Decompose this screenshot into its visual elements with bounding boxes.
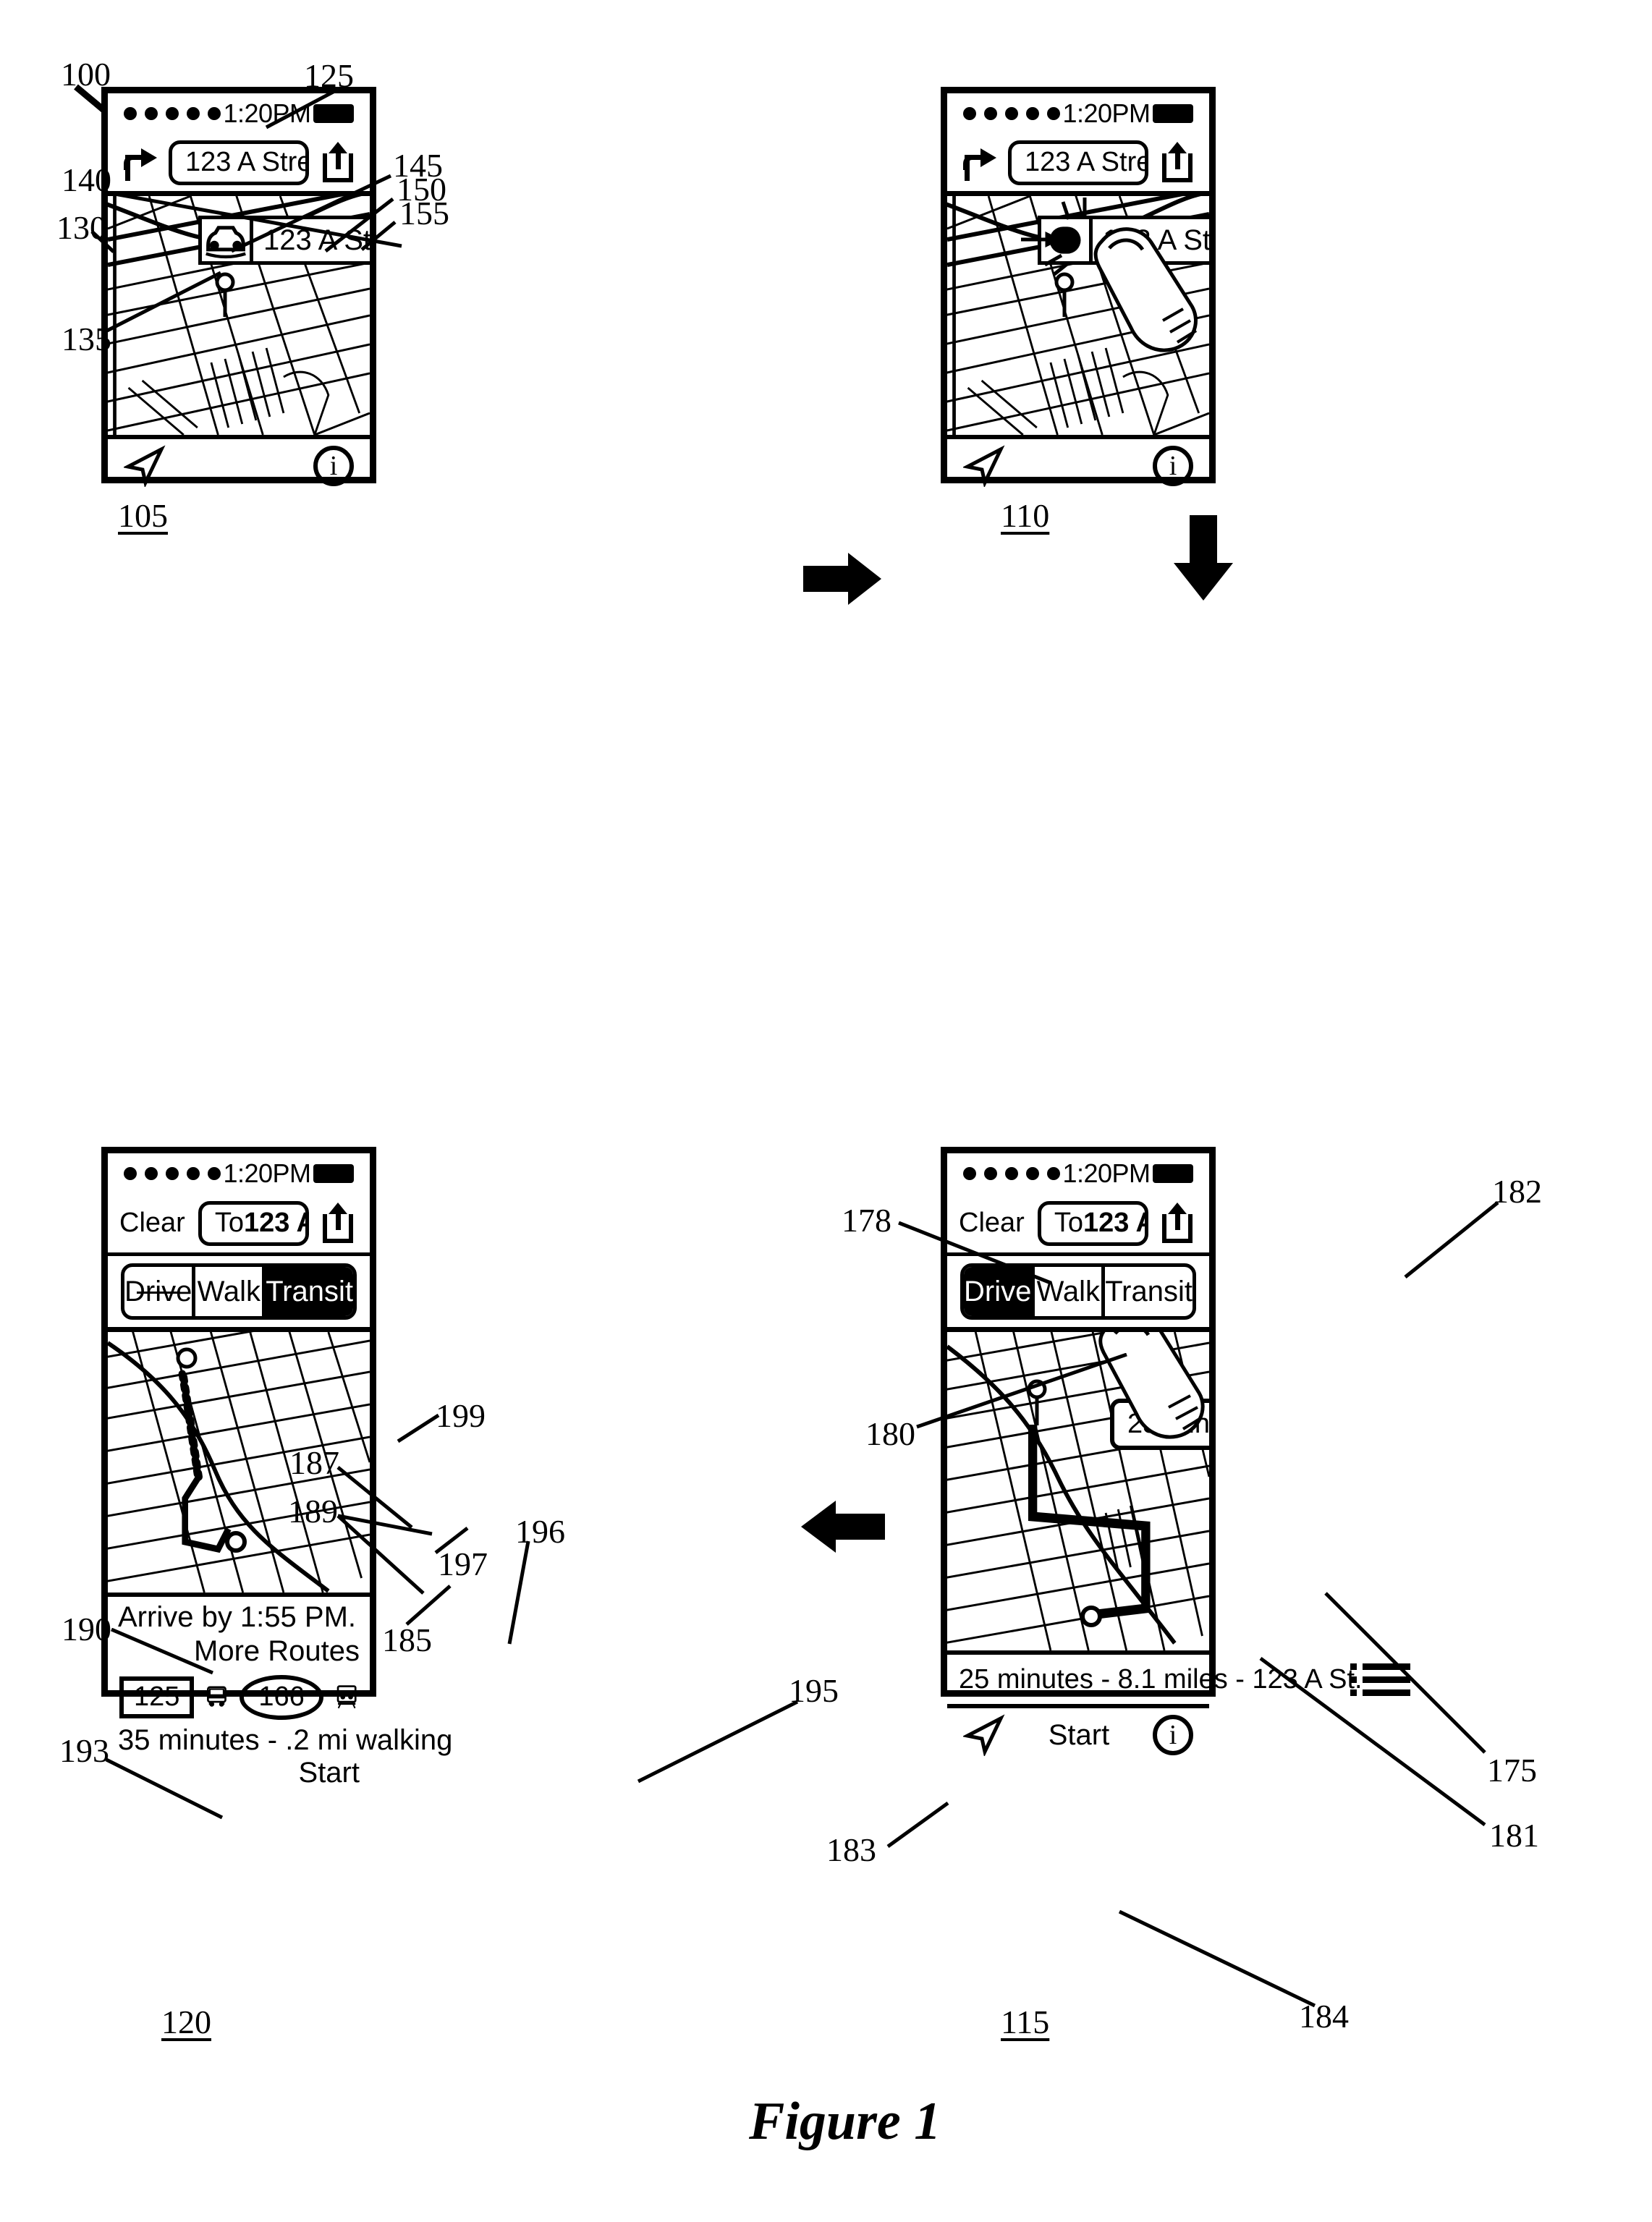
figure-caption: Figure 1 — [749, 2092, 941, 2151]
ref-155: 155 — [399, 195, 449, 232]
location-arrow-icon[interactable] — [963, 445, 1005, 487]
bottom-toolbar-105: i — [108, 435, 370, 493]
flow-arrow-left — [801, 1501, 885, 1553]
lead-181 — [1259, 1657, 1486, 1827]
ref-120: 120 — [161, 2003, 211, 2040]
info-circle-icon[interactable]: i — [313, 446, 354, 486]
lead-190 — [111, 1628, 213, 1675]
location-arrow-icon[interactable] — [124, 445, 166, 487]
mode-segmented-control-120: Drive Walk Transit — [108, 1256, 370, 1332]
ref-187: 187 — [289, 1444, 339, 1481]
lead-185 — [405, 1585, 452, 1626]
lead-182 — [1404, 1201, 1499, 1279]
bus-icon — [207, 1686, 227, 1707]
tab-transit-120[interactable]: Transit — [266, 1267, 353, 1316]
ref-115: 115 — [1001, 2003, 1050, 2040]
battery-icon — [1152, 1164, 1193, 1183]
info-circle-icon[interactable]: i — [1153, 446, 1193, 486]
search-input-110[interactable]: 123 A Street — [1008, 140, 1148, 185]
map-pin-icon[interactable] — [212, 272, 370, 435]
location-arrow-icon[interactable] — [963, 1714, 1005, 1756]
ref-183: 183 — [826, 1831, 876, 1868]
share-icon[interactable] — [319, 1201, 358, 1246]
status-bar-115: 1:20PM — [947, 1153, 1209, 1194]
start-button-115[interactable]: Start — [1049, 1719, 1109, 1752]
phone-120: 1:20PM Clear To 123 A Street Drive Walk … — [101, 1147, 452, 1789]
ref-181: 181 — [1489, 1817, 1539, 1854]
duration-text: 35 minutes - .2 mi walking — [118, 1723, 453, 1756]
route-summary-bar-115[interactable]: 25 minutes - 8.1 miles - 123 A St. — [947, 1650, 1410, 1704]
share-icon[interactable] — [1158, 1201, 1198, 1246]
status-bar-110: 1:20PM — [947, 93, 1209, 134]
flow-arrow-down — [1174, 515, 1233, 601]
ref-178: 178 — [842, 1202, 891, 1239]
signal-dots-icon — [963, 107, 1060, 120]
lead-130 — [90, 230, 115, 253]
lead-183 — [886, 1802, 949, 1849]
transit-line-badge-125[interactable]: 125 — [119, 1676, 195, 1718]
signal-dots-icon — [124, 1167, 221, 1180]
ref-189: 189 — [288, 1493, 338, 1530]
turn-right-icon[interactable] — [959, 143, 998, 182]
dest-value: 123 A Street — [1083, 1208, 1145, 1238]
train-icon — [336, 1685, 357, 1709]
dest-value: 123 A Street — [243, 1208, 305, 1238]
ref-193: 193 — [59, 1732, 109, 1769]
status-bar-120: 1:20PM — [108, 1153, 370, 1194]
turn-right-icon[interactable] — [119, 143, 158, 182]
phone-110: 1:20PM 123 A Street — [941, 87, 1216, 487]
lead-199 — [397, 1413, 440, 1443]
dest-prefix: To — [1054, 1208, 1083, 1238]
tab-transit-115[interactable]: Transit — [1105, 1267, 1193, 1316]
clear-button[interactable]: Clear — [119, 1208, 188, 1239]
lead-125 — [265, 87, 342, 130]
battery-icon — [1152, 104, 1193, 123]
tab-drive-120[interactable]: Drive — [124, 1267, 196, 1316]
transit-line-badge-166[interactable]: 166 — [240, 1675, 323, 1720]
status-clock: 1:20PM — [1062, 98, 1151, 128]
status-clock: 1:20PM — [1062, 1158, 1151, 1188]
ref-175: 175 — [1487, 1752, 1537, 1789]
lead-184 — [1118, 1910, 1316, 2008]
ref-105: 105 — [118, 497, 168, 534]
ref-199: 199 — [436, 1397, 486, 1434]
lead-135 — [101, 271, 222, 335]
bottom-toolbar-110: i — [947, 435, 1209, 493]
patent-figure-1: 100 1:20PM 123 A Street — [0, 0, 1652, 2222]
flow-arrow-right — [803, 553, 881, 605]
dest-prefix: To — [214, 1208, 244, 1238]
route-destination-dot-icon[interactable] — [1079, 1604, 1209, 1650]
lead-197 — [434, 1527, 469, 1554]
lead-178 — [898, 1221, 1051, 1285]
lead-195 — [637, 1700, 799, 1784]
tab-walk-120[interactable]: Walk — [195, 1267, 266, 1316]
share-icon[interactable] — [1158, 140, 1198, 185]
search-bar-110: 123 A Street — [947, 134, 1209, 196]
ref-180: 180 — [865, 1415, 915, 1452]
status-clock: 1:20PM — [223, 1158, 311, 1188]
signal-dots-icon — [963, 1167, 1060, 1180]
signal-dots-icon — [124, 107, 221, 120]
map-view-110[interactable]: 123 A Street ❯ — [947, 196, 1209, 435]
search-bar-120: Clear To 123 A Street — [108, 1194, 370, 1256]
lead-145-150-155 — [230, 174, 397, 253]
ref-110: 110 — [1001, 497, 1050, 534]
bottom-toolbar-115: Start i — [947, 1704, 1209, 1762]
lead-180 — [916, 1353, 1127, 1429]
info-circle-icon[interactable]: i — [1152, 1715, 1193, 1755]
destination-input-120[interactable]: To 123 A Street — [198, 1200, 309, 1246]
finger-tap-hand — [1093, 227, 1198, 352]
lead-196 — [507, 1540, 530, 1645]
ref-190: 190 — [62, 1611, 111, 1648]
battery-icon — [313, 1164, 354, 1183]
lead-193 — [105, 1758, 224, 1820]
